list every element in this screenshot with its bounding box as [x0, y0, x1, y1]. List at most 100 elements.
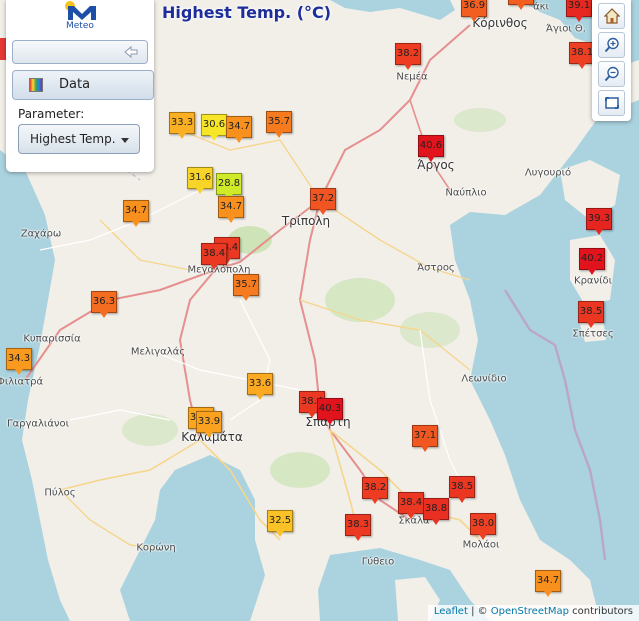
home-button[interactable] [598, 3, 625, 29]
parameter-select[interactable]: Highest Temp. [18, 124, 140, 154]
data-tab-label: Data [59, 77, 91, 92]
marker-pointer [595, 229, 603, 235]
station-temperature: 34.7 [218, 196, 244, 218]
station-marker[interactable]: 36.9 [508, 0, 534, 10]
home-icon [604, 8, 620, 24]
station-marker[interactable]: 39.1 [566, 0, 592, 22]
station-marker[interactable]: 40.3 [317, 398, 343, 425]
control-panel: Meteo Data Parameter: Highest Temp. [6, 0, 154, 172]
station-marker[interactable]: 35.7 [233, 274, 259, 301]
marker-pointer [371, 498, 379, 504]
station-marker[interactable]: 40.2 [579, 248, 605, 275]
marker-pointer [210, 135, 218, 141]
marker-pointer [470, 16, 478, 22]
station-temperature: 38.4 [398, 492, 424, 514]
station-temperature: 36.3 [91, 291, 117, 313]
map-view[interactable]: Κόρινθος άκι Άγιοι Θ. Νεμέα Άργος Ναύπλιο Λυγο… [0, 0, 639, 621]
place-label: Λυγουριό [524, 167, 572, 179]
marker-pointer [588, 269, 596, 275]
place-label: Κόρινθος [472, 16, 528, 30]
marker-pointer [404, 64, 412, 70]
station-marker[interactable]: 38.0 [470, 513, 496, 540]
station-marker[interactable]: 38.4 [201, 243, 227, 270]
station-marker[interactable]: 32.5 [267, 510, 293, 537]
station-temperature: 40.3 [317, 398, 343, 420]
station-temperature: 40.2 [579, 248, 605, 270]
station-marker[interactable]: 38.2 [362, 477, 388, 504]
place-label: Κρανίδι [574, 275, 612, 287]
map-title: Highest Temp. (°C) [162, 3, 332, 22]
station-marker[interactable]: 40.6 [418, 135, 444, 162]
attribution-separator: | © [467, 606, 491, 617]
place-label: Ναύπλιο [445, 187, 487, 199]
place-label: Μολάοι [462, 539, 500, 551]
station-temperature: 33.6 [247, 373, 273, 395]
station-marker[interactable]: 38.8 [423, 498, 449, 525]
place-label: Σπέτσες [572, 328, 614, 340]
station-temperature: 38.0 [470, 513, 496, 535]
station-temperature: 34.7 [226, 116, 252, 138]
marker-pointer [407, 513, 415, 519]
marker-pointer [458, 497, 466, 503]
station-marker[interactable]: 39.3 [586, 208, 612, 235]
station-marker[interactable]: 38.3 [345, 514, 371, 541]
station-marker[interactable]: 34.3 [6, 348, 32, 375]
station-marker[interactable]: 34.7 [123, 200, 149, 227]
place-label: Άστρος [417, 262, 455, 274]
station-marker[interactable]: 33.6 [247, 373, 273, 400]
zoom-out-button[interactable] [598, 61, 625, 87]
station-temperature: 38.3 [345, 514, 371, 536]
station-temperature: 38.2 [362, 477, 388, 499]
leaflet-link[interactable]: Leaflet [434, 606, 468, 617]
station-marker[interactable]: 36.9 [461, 0, 487, 22]
marker-pointer [517, 4, 525, 10]
place-label: Πύλος [44, 487, 76, 499]
marker-pointer [544, 591, 552, 597]
marker-pointer [210, 264, 218, 270]
marker-pointer [587, 322, 595, 328]
panel-collapse-button[interactable] [12, 40, 148, 64]
openstreetmap-link[interactable]: OpenStreetMap [491, 606, 569, 617]
station-marker[interactable]: 37.1 [412, 425, 438, 452]
station-marker[interactable]: 33.9 [196, 411, 222, 438]
station-marker[interactable]: 33.3 [169, 112, 195, 139]
data-tab[interactable]: Data [12, 70, 154, 100]
station-temperature: 33.3 [169, 112, 195, 134]
station-temperature: 37.2 [310, 188, 336, 210]
station-marker[interactable]: 37.2 [310, 188, 336, 215]
station-marker[interactable]: 28.8 [216, 173, 242, 200]
station-temperature: 37.1 [412, 425, 438, 447]
station-marker[interactable]: 38.2 [395, 43, 421, 70]
place-label: Άργος [417, 158, 455, 172]
zoom-out-icon [604, 66, 619, 82]
arrow-left-icon [124, 45, 138, 59]
station-marker[interactable]: 34.7 [535, 570, 561, 597]
marker-pointer [479, 534, 487, 540]
palette-icon [29, 78, 43, 92]
marker-pointer [227, 217, 235, 223]
place-label: Κορώνη [136, 542, 176, 554]
marker-pointer [319, 209, 327, 215]
map-attribution: Leaflet | © OpenStreetMap contributors [427, 605, 639, 621]
station-marker[interactable]: 36.3 [91, 291, 117, 318]
marker-pointer [100, 312, 108, 318]
parameter-selected-value: Highest Temp. [30, 132, 116, 146]
marker-pointer [276, 531, 284, 537]
marker-pointer [15, 369, 23, 375]
station-marker[interactable]: 34.7 [218, 196, 244, 223]
marker-pointer [308, 412, 316, 418]
station-marker[interactable]: 31.6 [187, 167, 213, 194]
fullscreen-icon [605, 97, 619, 109]
station-marker[interactable]: 38.4 [398, 492, 424, 519]
station-marker[interactable]: 35.7 [266, 111, 292, 138]
place-label: Λεωνίδιο [461, 373, 507, 385]
zoom-in-button[interactable] [598, 32, 625, 58]
place-label: Φιλιατρά [0, 376, 44, 388]
station-marker[interactable]: 38.5 [578, 301, 604, 328]
station-marker[interactable]: 30.6 [201, 114, 227, 141]
station-marker[interactable]: 38.5 [449, 476, 475, 503]
fullscreen-button[interactable] [598, 90, 625, 116]
station-marker[interactable]: 34.7 [226, 116, 252, 143]
station-temperature: 34.3 [6, 348, 32, 370]
marker-pointer [242, 295, 250, 301]
